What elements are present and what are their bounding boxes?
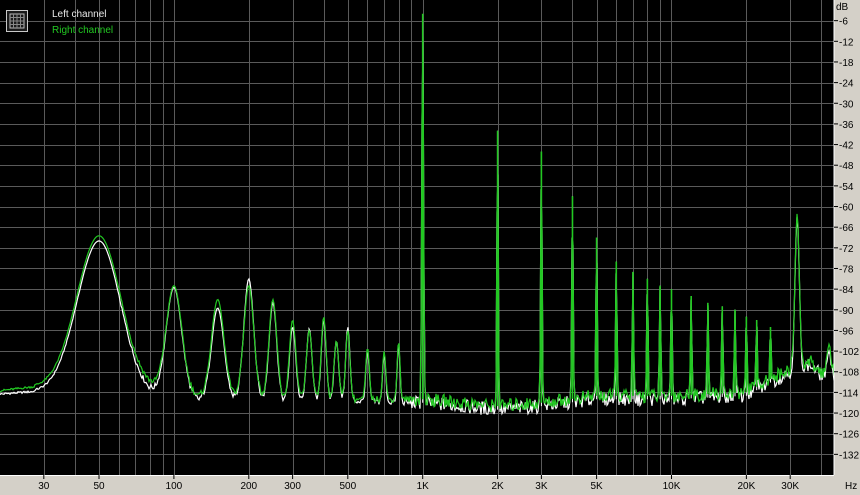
y-tick-label: -126 bbox=[839, 430, 859, 441]
y-tick-label: -54 bbox=[839, 182, 854, 193]
x-tick-label: 50 bbox=[93, 481, 105, 492]
y-tick-label: -6 bbox=[839, 17, 848, 28]
y-tick-label: -120 bbox=[839, 409, 859, 420]
legend-right-channel: Right channel bbox=[52, 25, 114, 36]
y-tick-label: -12 bbox=[839, 37, 854, 48]
x-tick-label: 30K bbox=[781, 481, 799, 492]
x-tick-label: 300 bbox=[284, 481, 301, 492]
y-tick-label: -96 bbox=[839, 326, 854, 337]
x-tick-label: 2K bbox=[491, 481, 504, 492]
x-tick-label: 20K bbox=[737, 481, 755, 492]
grid-chart-icon-glyph bbox=[9, 13, 25, 29]
x-tick-label: 10K bbox=[663, 481, 681, 492]
x-tick-label: 3K bbox=[535, 481, 548, 492]
y-tick-label: -66 bbox=[839, 223, 854, 234]
x-axis-panel bbox=[0, 475, 860, 495]
x-tick-label: 200 bbox=[240, 481, 257, 492]
y-tick-label: -132 bbox=[839, 450, 859, 461]
y-tick-label: -36 bbox=[839, 120, 854, 131]
y-tick-label: -24 bbox=[839, 79, 854, 90]
x-tick-label: 100 bbox=[166, 481, 183, 492]
grid-chart-icon[interactable] bbox=[6, 10, 28, 32]
y-tick-label: -18 bbox=[839, 58, 854, 69]
x-axis-unit: Hz bbox=[845, 481, 857, 492]
y-tick-label: -102 bbox=[839, 347, 859, 358]
y-tick-label: -60 bbox=[839, 203, 854, 214]
spectrum-chart: -6 -12 -18 -24 -30 -36 -42 -48 -54 -60 -66 -72 -78 -8… bbox=[0, 0, 860, 495]
x-tick-label: 500 bbox=[339, 481, 356, 492]
y-tick-label: -78 bbox=[839, 264, 854, 275]
y-tick-label: -30 bbox=[839, 99, 854, 110]
y-tick-label: -72 bbox=[839, 244, 854, 255]
y-tick-label: -114 bbox=[839, 388, 859, 399]
y-axis-unit: dB bbox=[836, 2, 849, 13]
x-tick-label: 5K bbox=[590, 481, 603, 492]
y-tick-label: -84 bbox=[839, 285, 854, 296]
y-tick-label: -48 bbox=[839, 161, 854, 172]
x-tick-label: 30 bbox=[38, 481, 50, 492]
y-tick-label: -108 bbox=[839, 368, 859, 379]
x-tick-label: 1K bbox=[417, 481, 430, 492]
plot-background bbox=[0, 0, 834, 475]
y-tick-label: -90 bbox=[839, 306, 854, 317]
y-tick-label: -42 bbox=[839, 141, 854, 152]
legend-left-channel: Left channel bbox=[52, 9, 107, 20]
